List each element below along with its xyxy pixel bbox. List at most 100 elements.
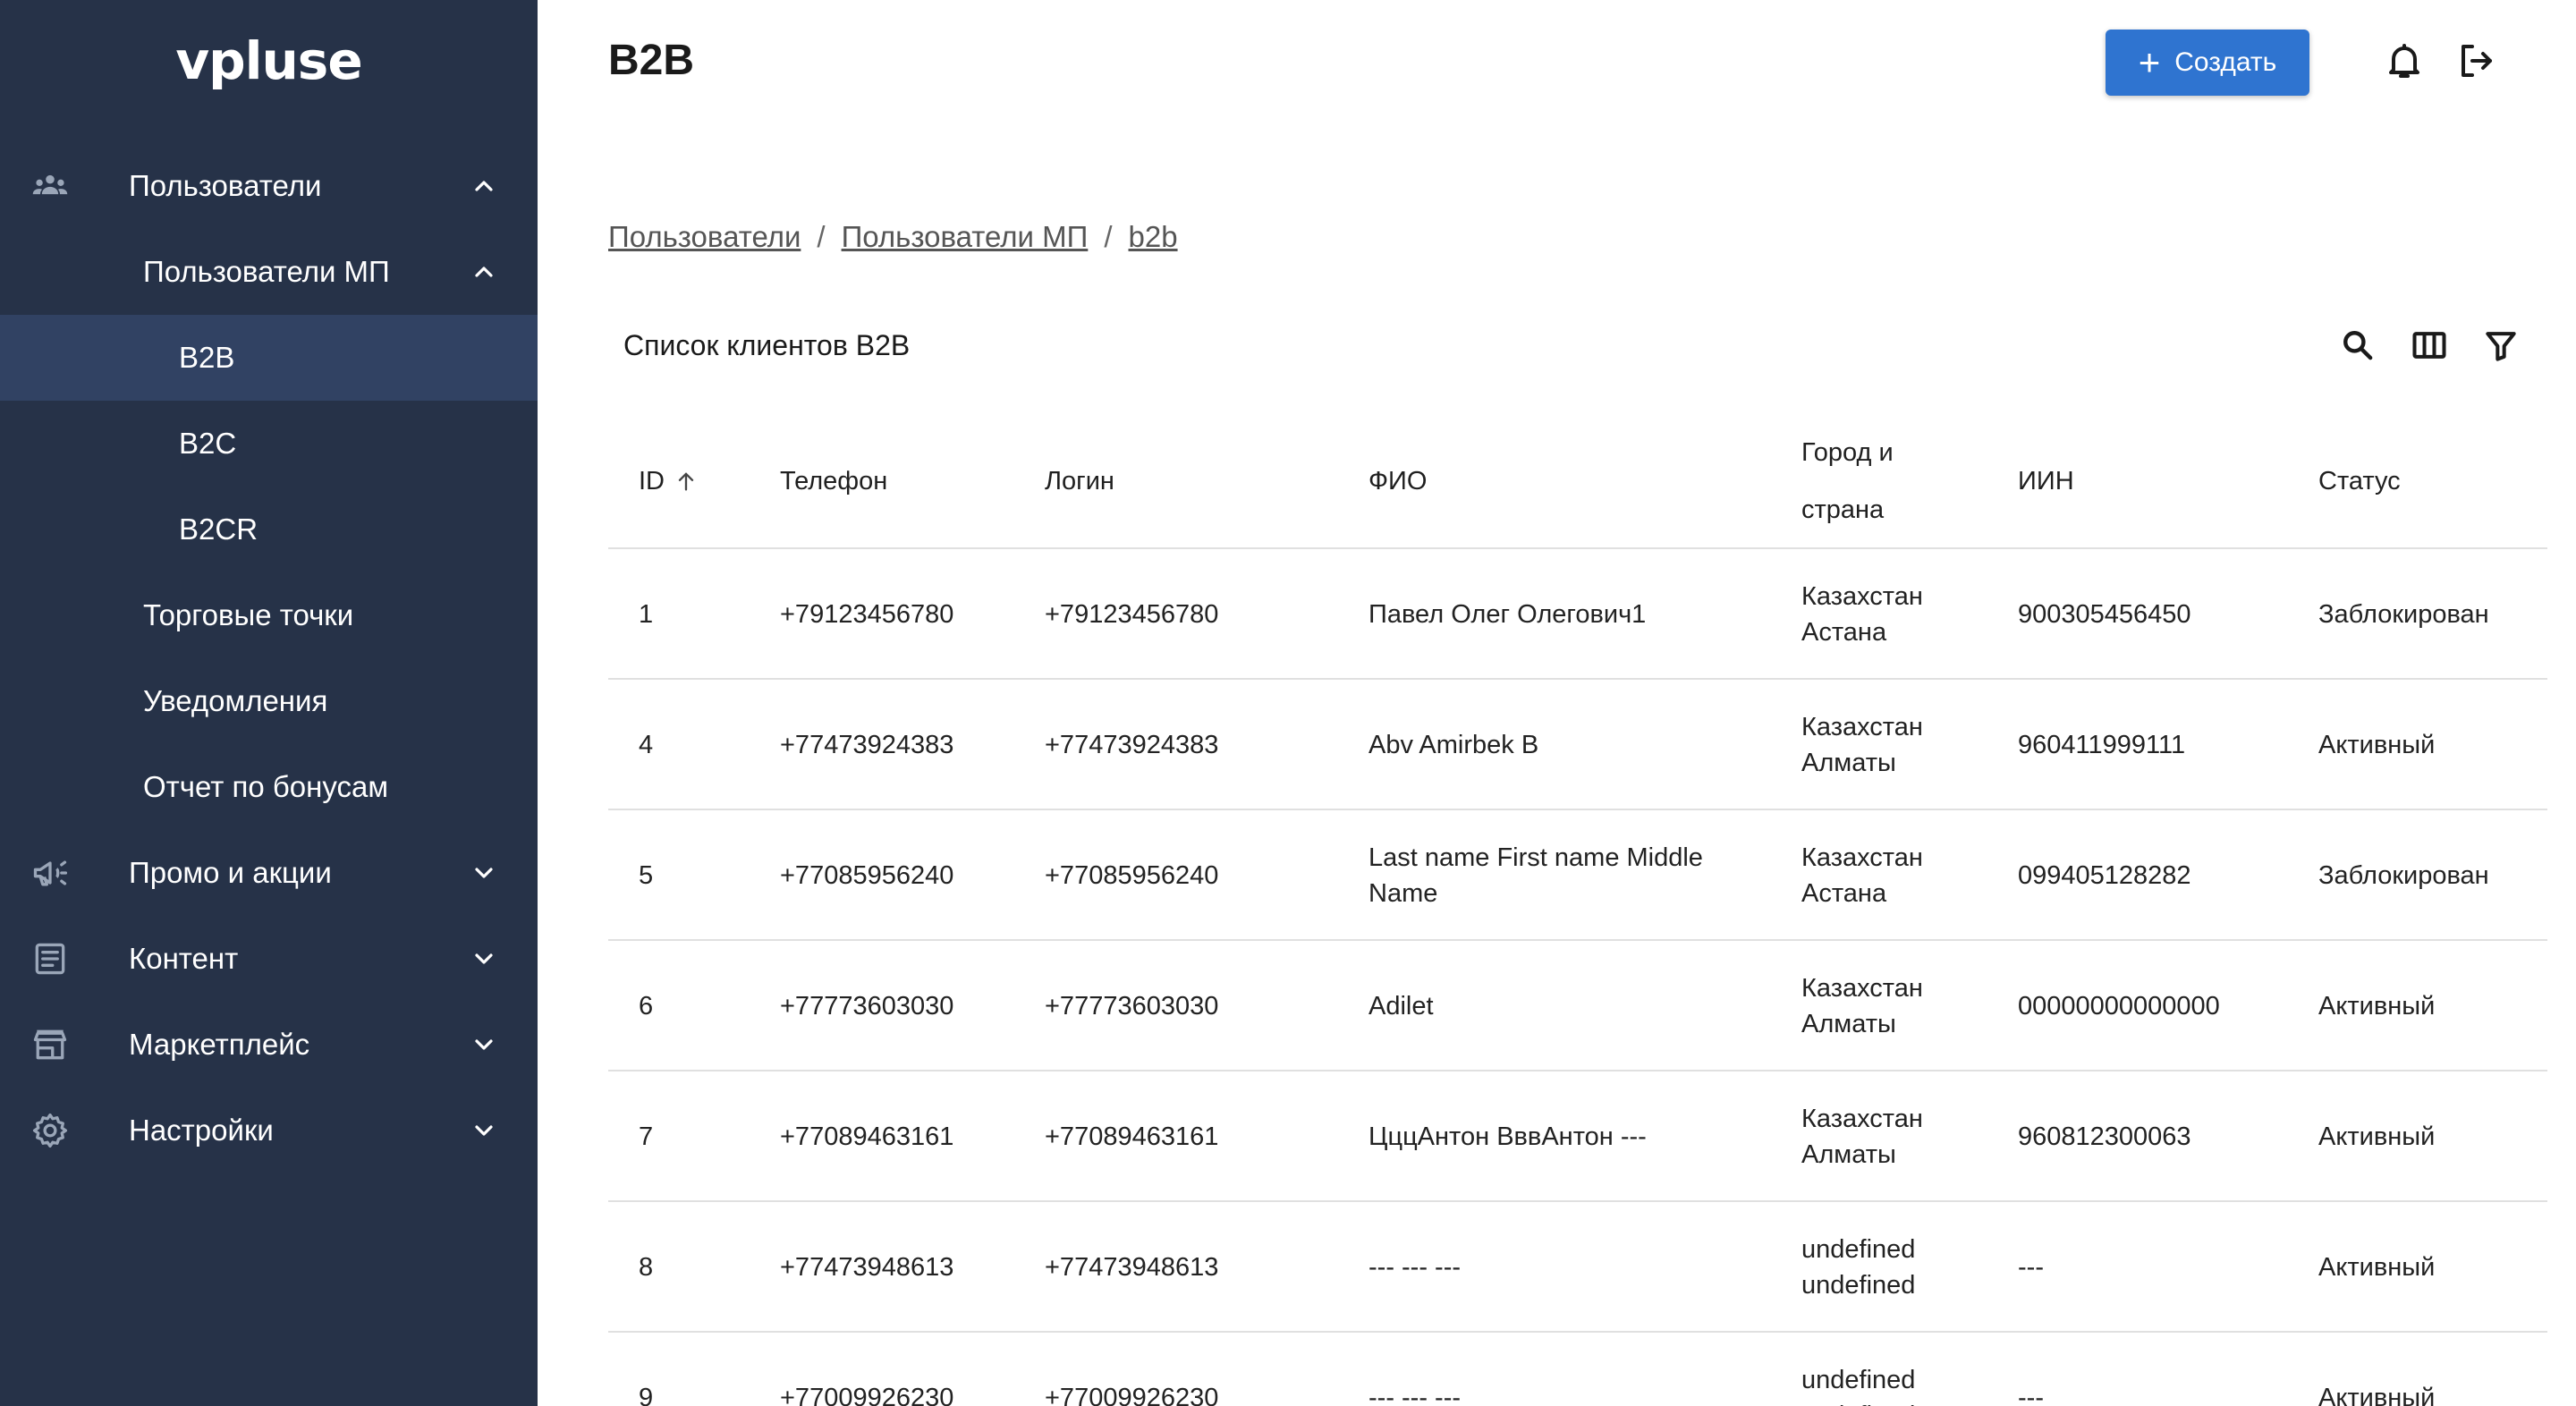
cell-fio: Last name First name Middle Name <box>1368 843 1703 908</box>
table-row[interactable]: 1 +79123456780 +79123456780 Павел Олег О… <box>608 549 2547 680</box>
column-header-status[interactable]: Статус <box>2318 413 2401 549</box>
arrow-up-icon <box>678 472 694 491</box>
sidebar-item-settings[interactable]: Настройки <box>0 1088 538 1173</box>
bell-icon[interactable] <box>2383 39 2426 82</box>
cell-city: Казахстан Астана <box>1801 810 1980 941</box>
cell-status: Заблокирован <box>2318 600 2489 629</box>
cell-status: Активный <box>2318 1122 2436 1151</box>
cell-city: Казахстан Алматы <box>1801 680 1980 810</box>
logout-icon[interactable] <box>2454 39 2497 82</box>
breadcrumb-users-mp[interactable]: Пользователи МП <box>842 220 1089 254</box>
cell-status: Заблокирован <box>2318 861 2489 890</box>
cell-fio: Abv Amirbek B <box>1368 731 1539 759</box>
cell-country: Казахстан <box>1801 582 1923 611</box>
plus-icon: + <box>2138 41 2161 83</box>
table-row[interactable]: 8 +77473948613 +77473948613 --- --- --- … <box>608 1202 2547 1333</box>
cell-city-name: Алматы <box>1801 1010 1896 1038</box>
cell-city: Казахстан Алматы <box>1801 1071 1980 1202</box>
column-header-phone[interactable]: Телефон <box>780 413 887 549</box>
sidebar-item-users[interactable]: Пользователи <box>0 143 538 229</box>
cell-country: Казахстан <box>1801 974 1923 1003</box>
cell-phone: +77473948613 <box>780 1253 954 1282</box>
cell-fio: ЦццАнтон ВввАнтон --- <box>1368 1122 1647 1151</box>
logo[interactable]: vpluse <box>0 30 538 91</box>
cell-city-name: Алматы <box>1801 1140 1896 1169</box>
sidebar-item-users-mp[interactable]: Пользователи МП <box>0 229 538 315</box>
sidebar-item-promo[interactable]: Промо и акции <box>0 830 538 916</box>
sidebar-item-marketplace[interactable]: Маркетплейс <box>0 1002 538 1088</box>
breadcrumb-users[interactable]: Пользователи <box>608 220 801 254</box>
table-row[interactable]: 4 +77473924383 +77473924383 Abv Amirbek … <box>608 680 2547 810</box>
column-header-fio[interactable]: ФИО <box>1368 413 1744 549</box>
cell-iin: --- <box>2018 1384 2044 1406</box>
create-button-label: Создать <box>2174 47 2277 77</box>
cell-iin: 960411999111 <box>2018 731 2186 759</box>
cell-iin: 099405128282 <box>2018 861 2191 890</box>
megaphone-icon <box>29 851 72 894</box>
cell-country: Казахстан <box>1801 843 1923 872</box>
search-icon[interactable] <box>2338 326 2381 368</box>
table-row[interactable]: 9 +77009926230 +77009926230 --- --- --- … <box>608 1333 2547 1406</box>
breadcrumb: Пользователи / Пользователи МП / b2b <box>608 220 1178 254</box>
cell-id: 6 <box>639 992 654 1021</box>
cell-id: 4 <box>639 731 654 759</box>
sidebar-item-bonus-report[interactable]: Отчет по бонусам <box>0 744 538 830</box>
cell-phone: +79123456780 <box>780 600 954 629</box>
column-header-login[interactable]: Логин <box>1045 413 1114 549</box>
sidebar-item-label: Промо и акции <box>129 856 332 889</box>
column-header-iin[interactable]: ИИН <box>2018 413 2074 549</box>
cell-id: 1 <box>639 600 654 629</box>
column-header-city[interactable]: Город и страна <box>1801 413 1945 549</box>
cell-login: +79123456780 <box>1045 600 1219 629</box>
cell-fio: --- --- --- <box>1368 1384 1462 1406</box>
users-icon <box>29 165 72 208</box>
sidebar-item-label: Торговые точки <box>143 598 354 631</box>
cell-phone: +77085956240 <box>780 861 954 890</box>
sidebar-item-label: Пользователи МП <box>143 255 390 288</box>
cell-login: +77773603030 <box>1045 992 1219 1021</box>
table-header: ID Телефон Логин ФИО Город и страна ИИН … <box>608 413 2547 549</box>
cell-iin: 900305456450 <box>2018 600 2191 629</box>
cell-city-name: Астана <box>1801 879 1887 908</box>
cell-city: Казахстан Алматы <box>1801 941 1980 1071</box>
sidebar-item-label: Уведомления <box>143 684 328 717</box>
table-row[interactable]: 6 +77773603030 +77773603030 Adilet Казах… <box>608 941 2547 1071</box>
chevron-down-icon <box>470 944 498 973</box>
cell-login: +77009926230 <box>1045 1384 1219 1406</box>
sidebar-item-notifications[interactable]: Уведомления <box>0 658 538 744</box>
chevron-down-icon <box>470 1030 498 1059</box>
sidebar-item-trade-points[interactable]: Торговые точки <box>0 572 538 658</box>
column-header-label: страна <box>1801 495 1885 524</box>
clients-table: ID Телефон Логин ФИО Город и страна ИИН … <box>608 413 2547 1406</box>
chevron-down-icon <box>470 859 498 887</box>
create-button[interactable]: + Создать <box>2106 30 2309 96</box>
sidebar-item-b2b[interactable]: B2B <box>0 315 538 401</box>
table-row[interactable]: 7 +77089463161 +77089463161 ЦццАнтон Ввв… <box>608 1071 2547 1202</box>
list-title: Список клиентов B2B <box>623 329 911 361</box>
cell-fio: --- --- --- <box>1368 1253 1462 1282</box>
cell-status: Активный <box>2318 1253 2436 1282</box>
sidebar-item-label: Пользователи <box>129 169 322 202</box>
cell-city-name: undefined <box>1801 1398 1915 1406</box>
table-row[interactable]: 5 +77085956240 +77085956240 Last name Fi… <box>608 810 2547 941</box>
cell-id: 7 <box>639 1122 654 1151</box>
store-icon <box>29 1023 72 1066</box>
sidebar: vpluse Пользователи Пользователи МП B2B … <box>0 0 538 1406</box>
columns-icon[interactable] <box>2410 326 2453 368</box>
cell-city-name: Астана <box>1801 618 1887 647</box>
cell-fio: Павел Олег Олегович1 <box>1368 600 1647 629</box>
cell-status: Активный <box>2318 1384 2436 1406</box>
cell-iin: 00000000000000 <box>2018 992 2220 1021</box>
breadcrumb-b2b[interactable]: b2b <box>1129 220 1178 254</box>
cell-iin: 960812300063 <box>2018 1122 2191 1151</box>
sidebar-item-b2c[interactable]: B2C <box>0 401 538 487</box>
column-header-id[interactable]: ID <box>639 413 699 549</box>
cell-country: Казахстан <box>1801 1105 1923 1133</box>
chevron-down-icon <box>470 1116 498 1145</box>
sidebar-item-b2cr[interactable]: B2CR <box>0 487 538 572</box>
filter-icon[interactable] <box>2481 326 2524 368</box>
cell-fio: Adilet <box>1368 992 1434 1021</box>
page-title: B2B <box>608 37 695 84</box>
cell-login: +77089463161 <box>1045 1122 1219 1151</box>
sidebar-item-content[interactable]: Контент <box>0 916 538 1002</box>
